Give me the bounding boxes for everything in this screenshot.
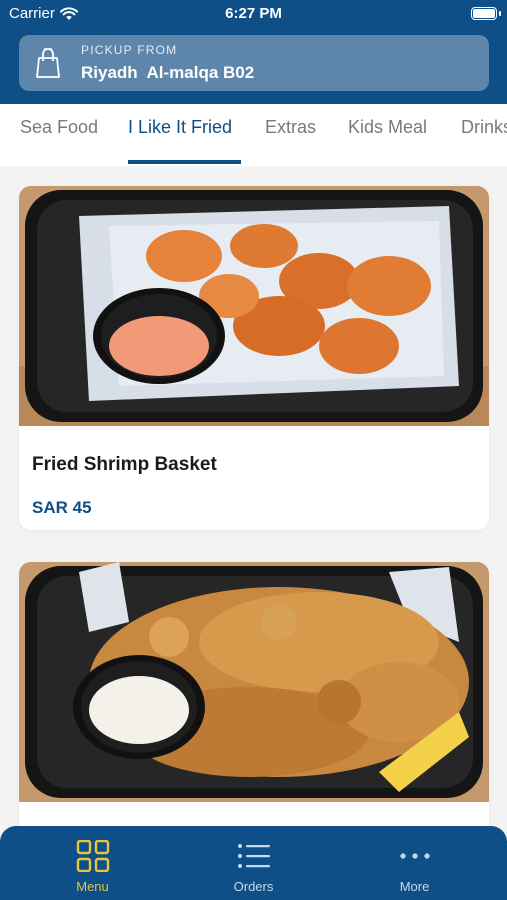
app-header: Carrier 6:27 PM PICKUP FROM Riyadh Al-ma… bbox=[0, 0, 507, 104]
tab-kids-meal[interactable]: Kids Meal bbox=[348, 117, 427, 138]
nav-more[interactable]: More bbox=[330, 826, 499, 900]
product-name: Fried Shrimp Basket bbox=[32, 454, 217, 475]
fried-calamari-image bbox=[19, 562, 489, 802]
pickup-location: Riyadh Al-malqa B02 bbox=[81, 63, 255, 82]
clock: 6:27 PM bbox=[225, 5, 282, 22]
nav-more-label: More bbox=[399, 879, 430, 894]
more-dots-icon bbox=[400, 853, 430, 859]
status-bar: Carrier 6:27 PM bbox=[0, 0, 507, 28]
fried-shrimp-image bbox=[19, 186, 489, 426]
tab-i-like-it-fried[interactable]: I Like It Fried bbox=[128, 117, 232, 138]
bottom-navigation: Menu Orders More bbox=[0, 826, 507, 900]
category-tabs: Sea Food I Like It Fried Extras Kids Mea… bbox=[0, 104, 507, 166]
nav-orders[interactable]: Orders bbox=[169, 826, 338, 900]
list-icon bbox=[238, 844, 270, 868]
pickup-caption: PICKUP FROM bbox=[81, 43, 178, 57]
product-price: SAR 45 bbox=[32, 498, 92, 517]
nav-orders-label: Orders bbox=[233, 879, 274, 894]
tab-sea-food[interactable]: Sea Food bbox=[20, 117, 98, 138]
product-card[interactable]: Fried Shrimp Basket SAR 45 bbox=[19, 186, 489, 530]
pickup-location-selector[interactable]: PICKUP FROM Riyadh Al-malqa B02 bbox=[19, 35, 489, 91]
active-tab-indicator bbox=[128, 160, 241, 164]
nav-menu-label: Menu bbox=[76, 879, 109, 894]
shopping-bag-icon bbox=[36, 48, 60, 78]
nav-menu[interactable]: Menu bbox=[8, 826, 177, 900]
grid-icon bbox=[76, 840, 110, 872]
tab-drinks[interactable]: Drinks bbox=[461, 117, 507, 138]
tab-extras[interactable]: Extras bbox=[265, 117, 316, 138]
product-card[interactable] bbox=[19, 562, 489, 862]
battery-icon bbox=[471, 7, 501, 20]
